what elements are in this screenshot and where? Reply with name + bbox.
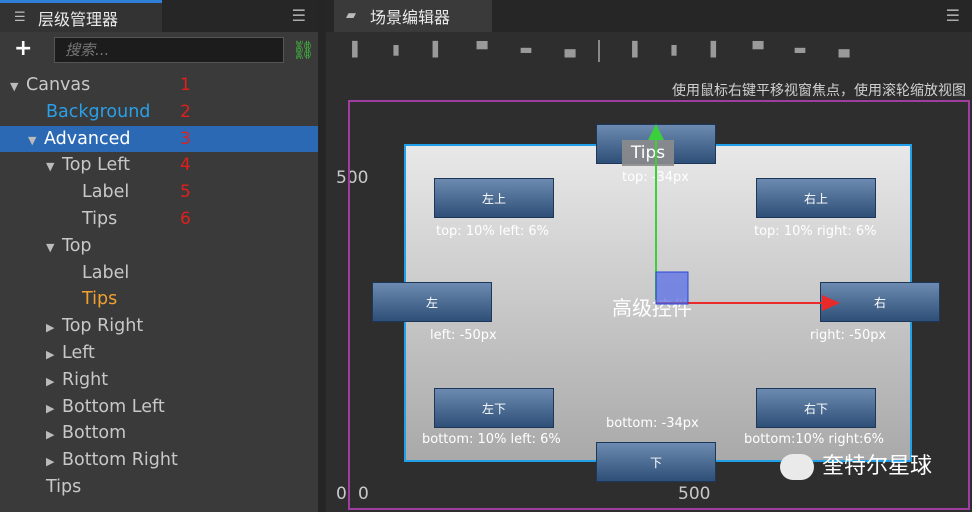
tree-node-label: Top [62,235,92,256]
hierarchy-menu-icon[interactable]: ☰ [292,6,306,25]
hierarchy-tab[interactable]: ☰ 层级管理器 [0,0,162,32]
tree-node-label-text: Label [82,182,130,203]
tree-node-label: Tips [46,476,82,497]
move-gizmo[interactable] [326,0,972,512]
tree-node-label: Bottom Right [62,450,178,471]
add-node-button[interactable]: + [14,36,32,61]
watermark-text: 奎特尔星球 [822,454,933,479]
tree-node-top-right[interactable]: ▶ Top Right [0,313,318,340]
collapsed-arrow-icon[interactable]: ▶ [46,449,62,476]
y-arrow-icon[interactable] [648,124,664,140]
hierarchy-search-row: + ⛓ [0,34,318,68]
annotation-number: 4 [180,155,191,176]
x-arrow-icon[interactable] [822,295,840,311]
collapsed-arrow-icon[interactable]: ▶ [46,422,62,449]
collapsed-arrow-icon[interactable]: ▶ [46,396,62,423]
collapsed-arrow-icon[interactable]: ▶ [46,342,62,369]
collapsed-arrow-icon[interactable]: ▶ [46,315,62,342]
tree-node-bottom-right[interactable]: ▶ Bottom Right [0,447,318,474]
move-center-handle[interactable] [655,271,689,305]
tree-node-label: Tips [82,208,118,229]
panel-splitter[interactable] [318,0,326,512]
collapsed-arrow-icon[interactable]: ▶ [46,369,62,396]
expanded-arrow-icon[interactable]: ▼ [46,235,62,262]
tree-node-label-text: Label [82,262,130,283]
node-tree: ▼ Canvas 1 Background 2 ▼ Advanced 3 ▼ Top Lef… [0,72,318,501]
tree-node-label: Right [62,369,109,390]
expanded-arrow-icon[interactable]: ▼ [46,154,62,181]
tree-node-left[interactable]: ▶ Left [0,340,318,367]
tree-node-label: Left [62,342,95,363]
annotation-number: 5 [180,182,191,203]
expanded-arrow-icon[interactable]: ▼ [28,128,44,155]
tree-node-label: Top Left [62,155,131,176]
scene-panel: ▰ 场景编辑器 ☰ ▐ ▮ ▌ ▀ ▬ ▄ ▐ ▮ ▌ ▀ ▬ ▄ 使用鼠标右键… [326,0,972,512]
annotation-number: 6 [180,208,191,229]
tree-node-label: Bottom Left [62,396,165,417]
tree-node-label[interactable]: Label [0,260,318,287]
tree-node-top[interactable]: ▼ Top [0,233,318,260]
hierarchy-title: 层级管理器 [38,9,119,29]
tree-node-label: Tips [82,289,118,310]
annotation-number: 3 [180,128,191,149]
tree-node-label: Bottom [62,423,127,444]
tree-node-tips[interactable]: Tips [0,474,318,501]
tree-node-label: Advanced [44,128,131,149]
tree-node-tips[interactable]: Tips [0,286,318,313]
annotation-number: 1 [180,75,191,95]
tree-node-bottom[interactable]: ▶ Bottom [0,420,318,447]
wechat-icon [780,454,814,480]
tree-node-tips[interactable]: Tips 6 [0,206,318,233]
hierarchy-panel: ☰ 层级管理器 ☰ + ⛓ ▼Canvas1 Background2 ▼Adva… [0,0,318,512]
hierarchy-tabbar: ☰ 层级管理器 ☰ [0,0,318,32]
tree-node-label[interactable]: Label 5 [0,179,318,206]
tree-node-advanced[interactable]: ▼ Advanced 3 [0,125,318,155]
tree-node-background[interactable]: Background 2 [0,99,318,126]
tree-node-bottom-left[interactable]: ▶ Bottom Left [0,394,318,421]
hierarchy-icon: ☰ [14,9,26,25]
tree-node-top-left[interactable]: ▼ Top Left 4 [0,152,318,179]
link-icon[interactable]: ⛓ [292,40,315,61]
tree-node-canvas[interactable]: ▼ Canvas 1 [0,72,318,99]
tree-node-right[interactable]: ▶ Right [0,367,318,394]
tree-node-label: Background [46,101,151,122]
expanded-arrow-icon[interactable]: ▼ [10,74,26,101]
annotation-number: 2 [180,101,191,122]
search-input[interactable] [54,37,284,63]
watermark: 奎特尔星球 [780,448,932,480]
tree-node-label: Canvas [26,75,91,95]
tree-node-label: Top Right [62,316,144,337]
